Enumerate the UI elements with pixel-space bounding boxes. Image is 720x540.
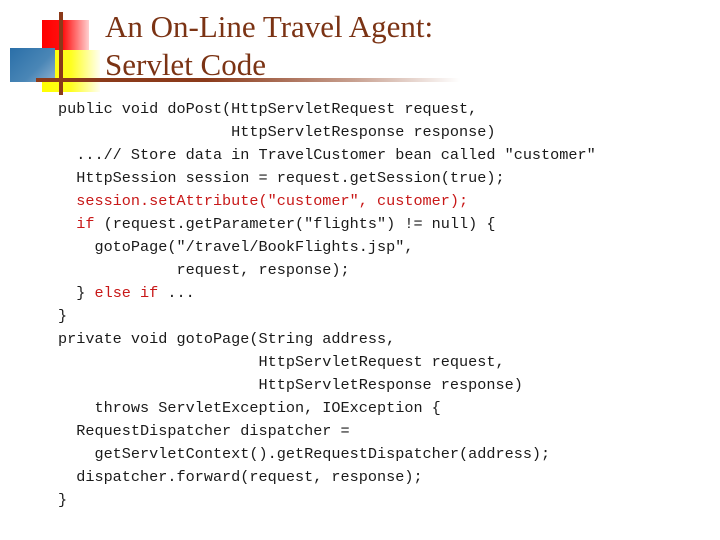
- slide-title-line-2: Servlet Code: [105, 47, 266, 82]
- logo-vertical-rule: [59, 12, 63, 95]
- code-line: HttpServletResponse response): [58, 376, 523, 394]
- code-text: }: [58, 284, 95, 302]
- code-line: throws ServletException, IOException {: [58, 399, 441, 417]
- code-keyword-highlight: if: [76, 215, 95, 233]
- code-line: }: [58, 307, 68, 325]
- code-line: getServletContext().getRequestDispatcher…: [58, 445, 551, 463]
- code-line: HttpSession session = request.getSession…: [58, 169, 505, 187]
- code-line: }: [58, 491, 68, 509]
- code-line: gotoPage("/travel/BookFlights.jsp",: [58, 238, 414, 256]
- code-line: public void doPost(HttpServletRequest re…: [58, 100, 478, 118]
- code-line: request, response);: [58, 261, 350, 279]
- slide-title: An On-Line Travel Agent: Servlet Code: [105, 8, 433, 84]
- code-line: private void gotoPage(String address,: [58, 330, 396, 348]
- code-line: RequestDispatcher dispatcher =: [58, 422, 350, 440]
- code-line: if (request.getParameter("flights") != n…: [58, 213, 596, 236]
- code-text: (request.getParameter("flights") != null…: [94, 215, 496, 233]
- slide-title-line-1: An On-Line Travel Agent:: [105, 9, 434, 44]
- code-line: dispatcher.forward(request, response);: [58, 468, 423, 486]
- code-keyword-highlight: else if: [94, 284, 159, 302]
- code-line: } else if ...: [58, 282, 596, 305]
- code-block: public void doPost(HttpServletRequest re…: [58, 98, 596, 512]
- code-line: HttpServletResponse response): [58, 123, 496, 141]
- code-line: HttpServletRequest request,: [58, 353, 505, 371]
- code-text: ...: [158, 284, 195, 302]
- code-line: ...// Store data in TravelCustomer bean …: [58, 146, 596, 164]
- code-line: session.setAttribute("customer", custome…: [58, 192, 469, 210]
- logo-blue-square: [10, 48, 55, 82]
